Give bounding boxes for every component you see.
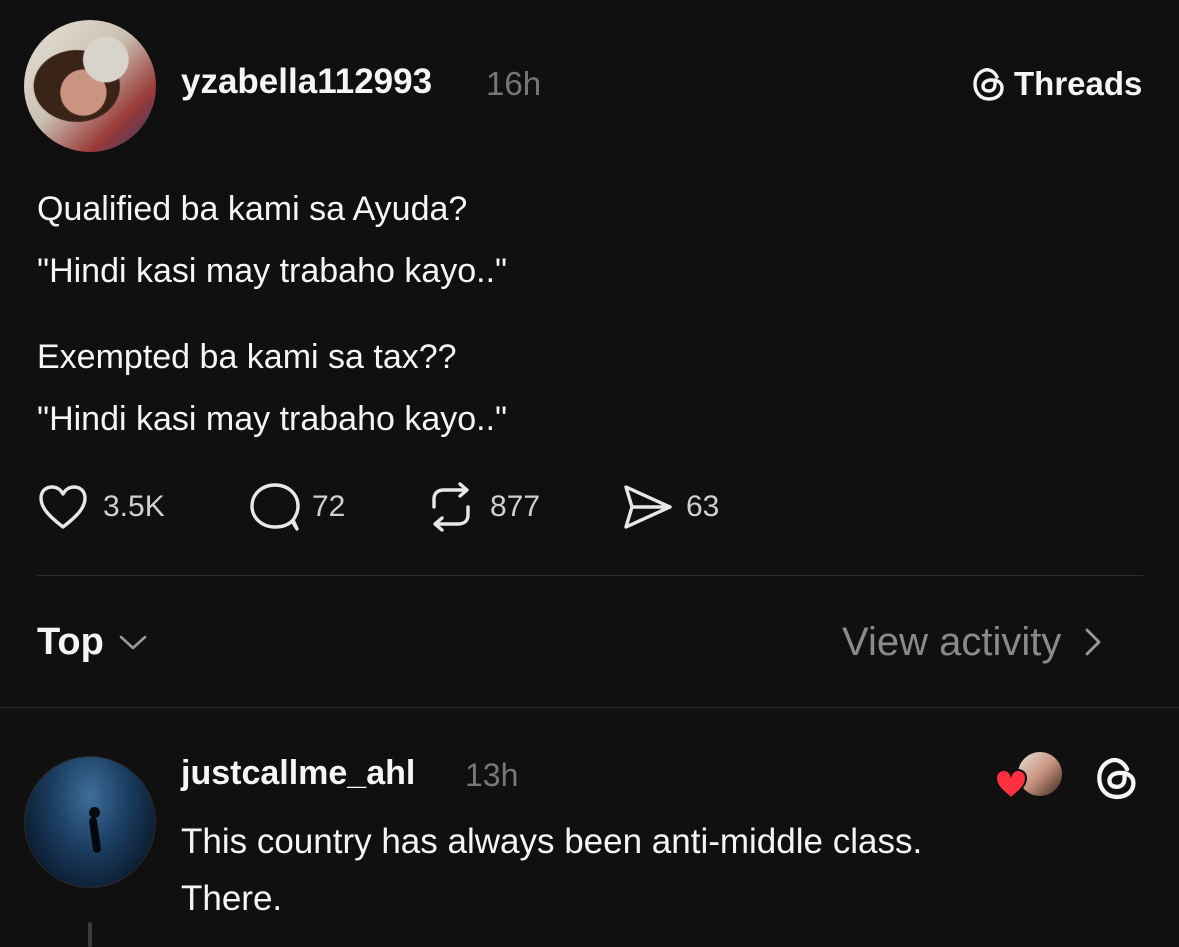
view-activity-label: View activity	[842, 619, 1062, 664]
threads-logo-icon	[973, 68, 1004, 101]
view-activity-link[interactable]: View activity	[842, 618, 1105, 666]
post-text-line-4: "Hindi kasi may trabaho kayo.."	[37, 400, 508, 438]
sort-label: Top	[37, 620, 104, 663]
share-icon	[624, 485, 672, 529]
repost-icon	[432, 482, 470, 532]
reply-text-line-2: There.	[181, 879, 283, 918]
comment-icon	[250, 483, 300, 531]
reply-author-username[interactable]: justcallme_ahl	[181, 754, 415, 793]
thread-connector-line	[88, 922, 92, 947]
share-action[interactable]: 63	[620, 480, 719, 534]
post-text-line-3: Exempted ba kami sa tax??	[37, 338, 457, 376]
like-count: 3.5K	[103, 490, 165, 523]
post-author-username[interactable]: yzabella112993	[181, 62, 432, 102]
liked-by-author-indicator	[994, 750, 1066, 800]
threads-brand[interactable]: Threads	[972, 64, 1142, 104]
post-text-line-2: "Hindi kasi may trabaho kayo.."	[37, 252, 508, 290]
share-count: 63	[686, 490, 720, 523]
reply-text-line-1: This country has always been anti-middle…	[181, 822, 923, 861]
threads-logo-icon[interactable]	[1094, 754, 1140, 802]
diver-figure-body	[88, 816, 102, 854]
heart-filled-icon	[994, 768, 1028, 800]
heart-icon	[39, 485, 87, 529]
reply-action[interactable]: 72	[246, 480, 345, 534]
section-divider	[0, 707, 1179, 708]
reply-timestamp: 13h	[465, 757, 519, 793]
reply-count: 72	[312, 490, 346, 523]
post-divider	[37, 575, 1143, 576]
chevron-down-icon	[119, 635, 147, 650]
post-author-avatar[interactable]	[24, 20, 156, 152]
repost-count: 877	[490, 490, 541, 523]
like-action[interactable]: 3.5K	[37, 480, 165, 534]
repost-action[interactable]: 877	[424, 480, 540, 534]
threads-brand-label: Threads	[1014, 65, 1143, 102]
sort-dropdown[interactable]: Top	[37, 618, 148, 666]
post-text-line-1: Qualified ba kami sa Ayuda?	[37, 190, 468, 228]
reply-author-avatar[interactable]	[24, 756, 156, 888]
post-timestamp: 16h	[486, 65, 542, 102]
chevron-right-icon	[1085, 628, 1101, 656]
